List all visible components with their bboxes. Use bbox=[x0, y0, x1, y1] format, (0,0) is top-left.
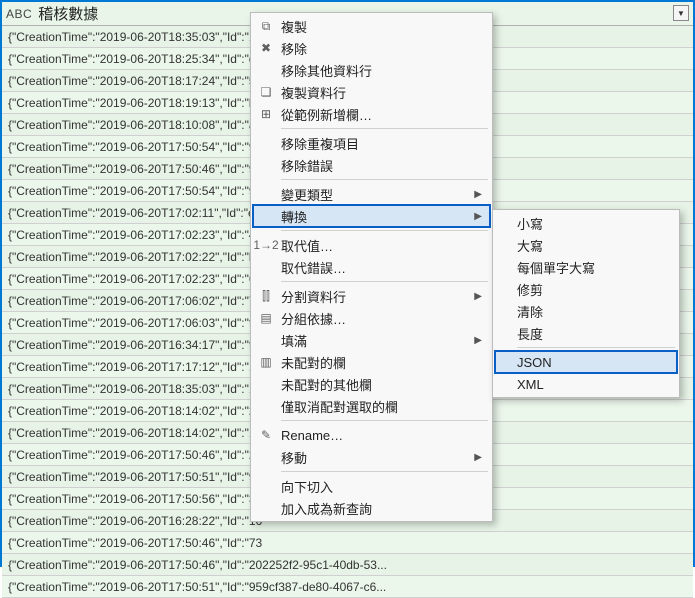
column-dropdown-button[interactable]: ▼ bbox=[673, 5, 689, 21]
menu-item-label: 填滿 bbox=[281, 331, 307, 350]
menu-item-label: 分組依據… bbox=[281, 309, 346, 328]
menu-item[interactable]: 加入成為新查詢 bbox=[253, 497, 490, 519]
menu-item-label: 向下切入 bbox=[281, 477, 333, 496]
submenu-arrow-icon: ▶ bbox=[474, 211, 482, 222]
context-menu: ⧉ 複製 ✖ 移除移除其他資料行 ❏ 複製資料行 ⊞ 從範例新增欄… 移除重複項目移除錯誤變更類… bbox=[250, 12, 493, 522]
submenu-item[interactable]: JSON bbox=[495, 351, 677, 373]
menu-item-label: 加入成為新查詢 bbox=[281, 499, 372, 518]
copy-icon: ⧉ bbox=[257, 17, 275, 35]
menu-item-label: 未配對的欄 bbox=[281, 353, 346, 372]
submenu-item-label: 長度 bbox=[517, 324, 543, 343]
menu-item-label: 移動 bbox=[281, 448, 307, 467]
column-type-label: ABC bbox=[6, 7, 32, 21]
menu-item-label: 移除其他資料行 bbox=[281, 61, 372, 80]
submenu-item[interactable]: 修剪 bbox=[495, 278, 677, 300]
menu-separator bbox=[281, 471, 488, 472]
replace-icon: 1→2 bbox=[257, 236, 275, 254]
transform-submenu: 小寫大寫每個單字大寫修剪清除長度 JSON XML bbox=[492, 209, 680, 398]
menu-item-label: 轉換 bbox=[281, 207, 307, 226]
example-icon: ⊞ bbox=[257, 105, 275, 123]
data-row[interactable]: {"CreationTime":"2019-06-20T17:50:46","I… bbox=[2, 532, 693, 554]
menu-separator bbox=[281, 281, 488, 282]
menu-item[interactable]: ▤ 分組依據… bbox=[253, 307, 490, 329]
rename-icon: ✎ bbox=[257, 426, 275, 444]
submenu-item[interactable]: XML bbox=[495, 373, 677, 395]
submenu-item-label: 大寫 bbox=[517, 236, 543, 255]
submenu-arrow-icon: ▶ bbox=[474, 291, 482, 302]
menu-separator bbox=[281, 179, 488, 180]
menu-item[interactable]: 移除重複項目 bbox=[253, 132, 490, 154]
menu-separator bbox=[281, 128, 488, 129]
submenu-arrow-icon: ▶ bbox=[474, 189, 482, 200]
menu-item-label: 移除 bbox=[281, 39, 307, 58]
menu-item[interactable]: 取代錯誤… bbox=[253, 256, 490, 278]
menu-item-label: 移除重複項目 bbox=[281, 134, 359, 153]
menu-item[interactable]: 填滿 ▶ bbox=[253, 329, 490, 351]
submenu-item-label: 清除 bbox=[517, 302, 543, 321]
submenu-arrow-icon: ▶ bbox=[474, 452, 482, 463]
menu-item-label: Rename… bbox=[281, 428, 343, 443]
menu-item-label: 僅取消配對選取的欄 bbox=[281, 397, 398, 416]
menu-item[interactable]: 移除其他資料行 bbox=[253, 59, 490, 81]
submenu-item-label: 每個單字大寫 bbox=[517, 258, 595, 277]
submenu-item[interactable]: 長度 bbox=[495, 322, 677, 344]
menu-separator bbox=[517, 347, 675, 348]
menu-item-label: 未配對的其他欄 bbox=[281, 375, 372, 394]
menu-item[interactable]: 變更類型 ▶ bbox=[253, 183, 490, 205]
submenu-item-label: JSON bbox=[517, 355, 552, 370]
submenu-item[interactable]: 大寫 bbox=[495, 234, 677, 256]
remove-icon: ✖ bbox=[257, 39, 275, 57]
menu-item[interactable]: ⧉ 複製 bbox=[253, 15, 490, 37]
menu-item[interactable]: ⫿⫿ 分割資料行 ▶ bbox=[253, 285, 490, 307]
menu-item-label: 移除錯誤 bbox=[281, 156, 333, 175]
submenu-item-label: XML bbox=[517, 377, 544, 392]
menu-item-label: 複製 bbox=[281, 17, 307, 36]
menu-item-label: 取代錯誤… bbox=[281, 258, 346, 277]
menu-item[interactable]: 僅取消配對選取的欄 bbox=[253, 395, 490, 417]
menu-item[interactable]: ❏ 複製資料行 bbox=[253, 81, 490, 103]
menu-item[interactable]: 移除錯誤 bbox=[253, 154, 490, 176]
submenu-item-label: 小寫 bbox=[517, 214, 543, 233]
menu-item[interactable]: ▥ 未配對的欄 bbox=[253, 351, 490, 373]
menu-item[interactable]: ✎ Rename… bbox=[253, 424, 490, 446]
menu-item[interactable]: 1→2 取代值… bbox=[253, 234, 490, 256]
data-row[interactable]: {"CreationTime":"2019-06-20T17:50:46","I… bbox=[2, 554, 693, 576]
submenu-arrow-icon: ▶ bbox=[474, 335, 482, 346]
submenu-item[interactable]: 每個單字大寫 bbox=[495, 256, 677, 278]
menu-item[interactable]: 轉換 ▶ bbox=[253, 205, 490, 227]
menu-item[interactable]: 移動 ▶ bbox=[253, 446, 490, 468]
menu-item[interactable]: ⊞ 從範例新增欄… bbox=[253, 103, 490, 125]
data-row[interactable]: {"CreationTime":"2019-06-20T17:50:51","I… bbox=[2, 576, 693, 598]
menu-item[interactable]: ✖ 移除 bbox=[253, 37, 490, 59]
column-title: 稽核數據 bbox=[38, 3, 98, 24]
menu-item-label: 複製資料行 bbox=[281, 83, 346, 102]
unpivot-icon: ▥ bbox=[257, 353, 275, 371]
submenu-item-label: 修剪 bbox=[517, 280, 543, 299]
menu-item-label: 分割資料行 bbox=[281, 287, 346, 306]
submenu-item[interactable]: 清除 bbox=[495, 300, 677, 322]
group-icon: ▤ bbox=[257, 309, 275, 327]
menu-item[interactable]: 向下切入 bbox=[253, 475, 490, 497]
menu-item-label: 變更類型 bbox=[281, 185, 333, 204]
split-icon: ⫿⫿ bbox=[257, 287, 275, 305]
menu-separator bbox=[281, 420, 488, 421]
submenu-item[interactable]: 小寫 bbox=[495, 212, 677, 234]
menu-item-label: 從範例新增欄… bbox=[281, 105, 372, 124]
menu-item[interactable]: 未配對的其他欄 bbox=[253, 373, 490, 395]
menu-separator bbox=[281, 230, 488, 231]
dup-icon: ❏ bbox=[257, 83, 275, 101]
menu-item-label: 取代值… bbox=[281, 236, 333, 255]
